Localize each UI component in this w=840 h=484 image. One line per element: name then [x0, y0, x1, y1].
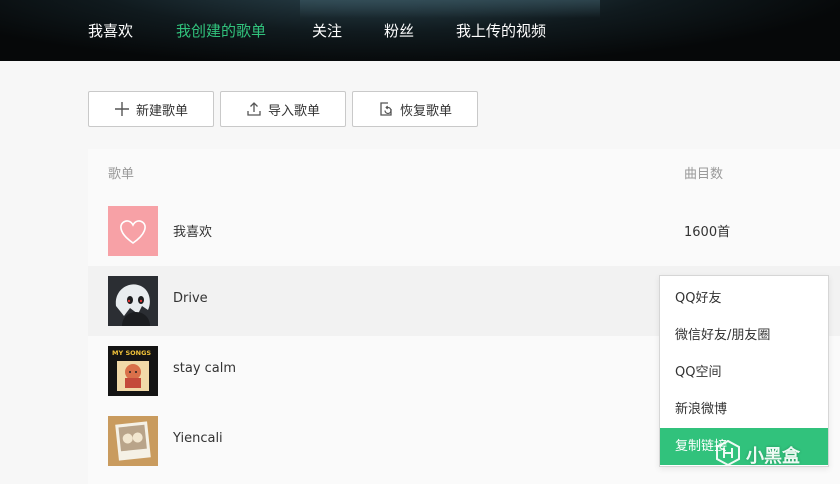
new-playlist-button[interactable]: 新建歌单	[88, 91, 214, 127]
playlist-name[interactable]: 我喜欢	[173, 221, 212, 240]
column-header-track-count: 曲目数	[684, 167, 724, 182]
heybox-logo-icon	[716, 439, 740, 471]
cover-title-text: MY SONGS	[112, 349, 151, 357]
heart-icon	[108, 220, 158, 256]
table-row[interactable]: 我喜欢 1600首	[88, 196, 840, 266]
restore-playlist-label: 恢复歌单	[399, 103, 452, 119]
share-qq-friend[interactable]: QQ好友	[660, 280, 828, 317]
anime-cover[interactable]	[108, 276, 158, 326]
watermark-text: 小黑盒	[746, 446, 800, 467]
import-playlist-label: 导入歌单	[267, 103, 320, 119]
restore-icon	[378, 101, 394, 117]
heart-cover[interactable]	[108, 206, 158, 256]
tab-following[interactable]: 关注	[312, 21, 342, 41]
playlist-name[interactable]: stay calm	[173, 361, 236, 376]
plus-icon	[114, 101, 130, 117]
top-nav-bar: 我喜欢 我创建的歌单 关注 粉丝 我上传的视频	[0, 0, 840, 61]
new-playlist-label: 新建歌单	[135, 103, 188, 119]
import-playlist-button[interactable]: 导入歌单	[220, 91, 346, 127]
my-songs-cover[interactable]: MY SONGS	[108, 346, 158, 396]
share-qzone[interactable]: QQ空间	[660, 354, 828, 391]
tab-created-playlists[interactable]: 我创建的歌单	[176, 21, 266, 41]
share-wechat[interactable]: 微信好友/朋友圈	[660, 317, 828, 354]
header-background-art	[300, 0, 600, 18]
watermark: 小黑盒	[716, 438, 800, 472]
tab-fans[interactable]: 粉丝	[384, 21, 414, 41]
playlist-name[interactable]: Drive	[173, 291, 208, 306]
column-header-playlist: 歌单	[108, 167, 135, 182]
polaroid-cover[interactable]	[108, 416, 158, 466]
playlist-name[interactable]: Yiencali	[173, 431, 223, 446]
share-weibo[interactable]: 新浪微博	[660, 391, 828, 428]
restore-playlist-button[interactable]: 恢复歌单	[352, 91, 478, 127]
track-count: 1600首	[684, 225, 731, 240]
tab-uploaded-videos[interactable]: 我上传的视频	[456, 21, 546, 41]
upload-icon	[246, 101, 262, 117]
tab-liked[interactable]: 我喜欢	[88, 21, 133, 41]
